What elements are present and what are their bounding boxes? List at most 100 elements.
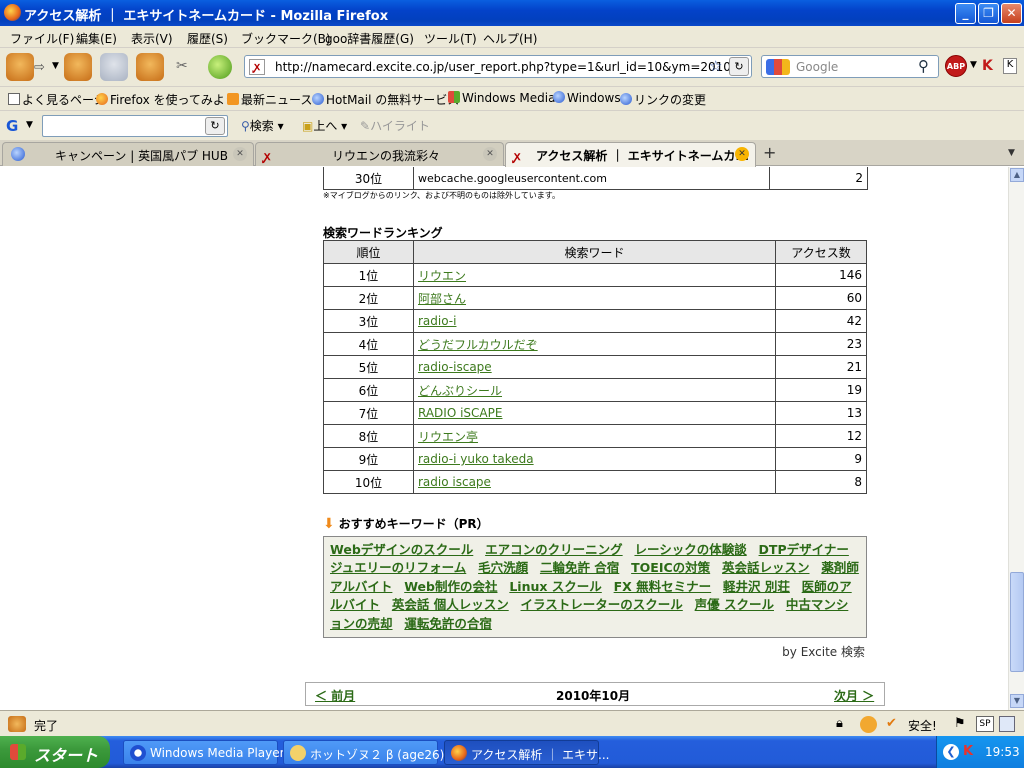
google-engine-icon[interactable] — [766, 59, 790, 75]
search-icon[interactable]: ⚲ — [918, 57, 929, 75]
tab-close-icon[interactable]: ✕ — [735, 147, 749, 161]
keyword-link[interactable]: リウエン — [418, 269, 466, 283]
back-icon[interactable] — [6, 53, 34, 81]
bookmark-item[interactable]: HotMail の無料サービス — [312, 91, 459, 108]
recommend-keyword-link[interactable]: Linux スクール — [509, 579, 601, 594]
page-status-icon[interactable] — [999, 716, 1015, 732]
scroll-thumb[interactable] — [1010, 572, 1024, 672]
recommend-keyword-link[interactable]: レーシックの体験談 — [634, 542, 746, 557]
recommend-keyword-link[interactable]: 二輪免許 合宿 — [540, 560, 619, 575]
tab-access-analysis[interactable]: ꭙ アクセス解析 ｜ エキサイトネームカ... ✕ — [505, 142, 756, 167]
tab-close-icon[interactable]: ✕ — [483, 147, 497, 161]
bookmark-item[interactable]: 最新ニュース — [227, 91, 312, 108]
tab-riuen-blog[interactable]: ꭙ リウエンの我流彩々 ✕ — [255, 142, 504, 166]
tab-hub-campaign[interactable]: キャンペーン | 英国風パブ HUB ✕ — [2, 142, 254, 166]
google-menu-dropdown-icon[interactable]: ▼ — [26, 120, 33, 130]
menu-tools[interactable]: ツール(T) — [424, 30, 477, 47]
extension-icon[interactable]: K — [1003, 58, 1017, 74]
bookmark-item[interactable]: Firefox を使ってみよう — [96, 91, 237, 108]
show-hidden-icons-icon[interactable]: ❮ — [943, 744, 959, 760]
bookmark-star-icon[interactable]: ☆ — [709, 57, 722, 75]
bookmark-item[interactable]: Windows — [553, 91, 621, 105]
reload-icon[interactable] — [64, 53, 92, 81]
keyword-link[interactable]: radio iscape — [418, 475, 491, 489]
menu-bookmarks[interactable]: ブックマーク(B) — [241, 30, 331, 47]
kaspersky-tray-icon[interactable]: K — [963, 744, 973, 759]
recommend-keyword-link[interactable]: DTPデザイナー — [759, 542, 849, 557]
new-tab-button[interactable]: + — [763, 143, 776, 162]
close-button[interactable]: ✕ — [1001, 3, 1022, 24]
next-month-link[interactable]: 次月 ＞ — [834, 687, 874, 704]
go-button[interactable]: ↻ — [729, 57, 749, 76]
google-go-icon[interactable]: ↻ — [205, 117, 225, 135]
recommend-keyword-link[interactable]: 運転免許の合宿 — [404, 616, 492, 631]
recommend-keyword-link[interactable]: エアコンのクリーニング — [485, 542, 623, 557]
google-search-input[interactable]: ↻ — [42, 115, 228, 137]
search-bar[interactable]: Google ⚲ — [761, 55, 939, 78]
taskbar-item-hotzonu[interactable]: ホットゾヌ２ β (age26) — [283, 740, 444, 765]
recommend-keyword-link[interactable]: Web制作の会社 — [404, 579, 497, 594]
lock-icon[interactable]: 🔒︎ — [836, 716, 843, 731]
google-logo-icon[interactable]: G — [6, 117, 18, 135]
tab-list-dropdown-icon[interactable]: ▼ — [1008, 148, 1015, 158]
window-titlebar[interactable]: アクセス解析 ｜ エキサイトネームカード - Mozilla Firefox _… — [0, 0, 1024, 26]
url-bar[interactable]: ꭙ http://namecard.excite.co.jp/user_repo… — [244, 55, 752, 78]
keyword-link[interactable]: radio-iscape — [418, 360, 492, 374]
menu-help[interactable]: ヘルプ(H) — [483, 30, 537, 47]
menu-edit[interactable]: 編集(E) — [76, 30, 117, 47]
sp-icon[interactable]: SP — [976, 716, 994, 732]
keyword-link[interactable]: 阿部さん — [418, 292, 466, 306]
keyword-link[interactable]: RADIO iSCAPE — [418, 406, 502, 420]
bookmark-item[interactable]: よく見るページ — [8, 91, 106, 108]
fox-status-icon[interactable] — [8, 716, 26, 732]
keyword-link[interactable]: radio-i yuko takeda — [418, 452, 534, 466]
keyword-link[interactable]: どんぶりシール — [418, 384, 502, 398]
recommend-keyword-link[interactable]: TOEICの対策 — [631, 560, 710, 575]
history-dropdown-icon[interactable]: ▼ — [52, 61, 59, 71]
start-button[interactable]: スタート — [0, 736, 110, 768]
recommend-keyword-link[interactable]: 英会話 個人レッスン — [392, 597, 509, 612]
adblock-dropdown-icon[interactable]: ▼ — [970, 60, 977, 70]
bookmark-item[interactable]: Windows Media — [448, 91, 555, 105]
scroll-down-icon[interactable]: ▼ — [1010, 694, 1024, 708]
keyword-link[interactable]: リウエン亭 — [418, 430, 478, 444]
stop-icon[interactable] — [100, 53, 128, 81]
smiley-status-icon[interactable] — [860, 716, 877, 733]
recommend-keyword-link[interactable]: 毛穴洗顔 — [478, 560, 528, 575]
keyword-link[interactable]: どうだフルカウルだぞ — [418, 338, 538, 352]
taskbar-item-firefox[interactable]: アクセス解析 ｜ エキサ... — [444, 740, 609, 765]
forward-arrow-icon[interactable]: ⇨ — [34, 60, 45, 75]
google-highlight-button[interactable]: ✎ハイライト — [360, 117, 430, 134]
menu-history[interactable]: 履歴(S) — [187, 30, 228, 47]
adblock-icon[interactable]: ABP — [945, 55, 967, 77]
prev-month-link[interactable]: ＜ 前月 — [315, 687, 355, 704]
keyword-link[interactable]: radio-i — [418, 314, 456, 328]
settings-icon[interactable]: ✂ — [176, 58, 188, 74]
recommend-keyword-link[interactable]: 英会話レッスン — [722, 560, 810, 575]
recommend-keyword-link[interactable]: イラストレーターのスクール — [521, 597, 683, 612]
tab-close-icon[interactable]: ✕ — [233, 147, 247, 161]
taskbar-item-media-player[interactable]: Windows Media Player — [123, 740, 285, 765]
recommend-keyword-link[interactable]: 軽井沢 別荘 — [723, 579, 790, 594]
kaspersky-icon[interactable]: K — [982, 58, 993, 74]
google-up-button[interactable]: ▣上へ ▾ — [302, 117, 347, 134]
security-status[interactable]: 安全! — [908, 717, 937, 734]
home-icon[interactable] — [136, 53, 164, 81]
recommend-keyword-link[interactable]: Webデザインのスクール — [330, 542, 473, 557]
menu-goo-history[interactable]: goo辞書履歴(G) — [325, 30, 414, 47]
bookmark-item[interactable]: リンクの変更 — [620, 91, 706, 108]
minimize-button[interactable]: _ — [955, 3, 976, 24]
addon-icon[interactable] — [208, 55, 232, 79]
maximize-button[interactable]: ❐ — [978, 3, 999, 24]
menu-file[interactable]: ファイル(F) — [10, 30, 74, 47]
clock[interactable]: 19:53 — [985, 745, 1020, 759]
recommend-keyword-link[interactable]: 声優 スクール — [695, 597, 774, 612]
vertical-scrollbar[interactable]: ▲ ▼ — [1008, 167, 1024, 710]
recommend-keyword-link[interactable]: FX 無料セミナー — [614, 579, 712, 594]
flag-icon[interactable]: ⚑ — [954, 716, 966, 731]
google-search-button[interactable]: ⚲検索 ▾ — [241, 117, 284, 134]
search-input[interactable]: Google — [796, 60, 838, 74]
url-input[interactable]: http://namecard.excite.co.jp/user_report… — [275, 60, 746, 74]
scroll-up-icon[interactable]: ▲ — [1010, 168, 1024, 182]
menu-view[interactable]: 表示(V) — [131, 30, 173, 47]
